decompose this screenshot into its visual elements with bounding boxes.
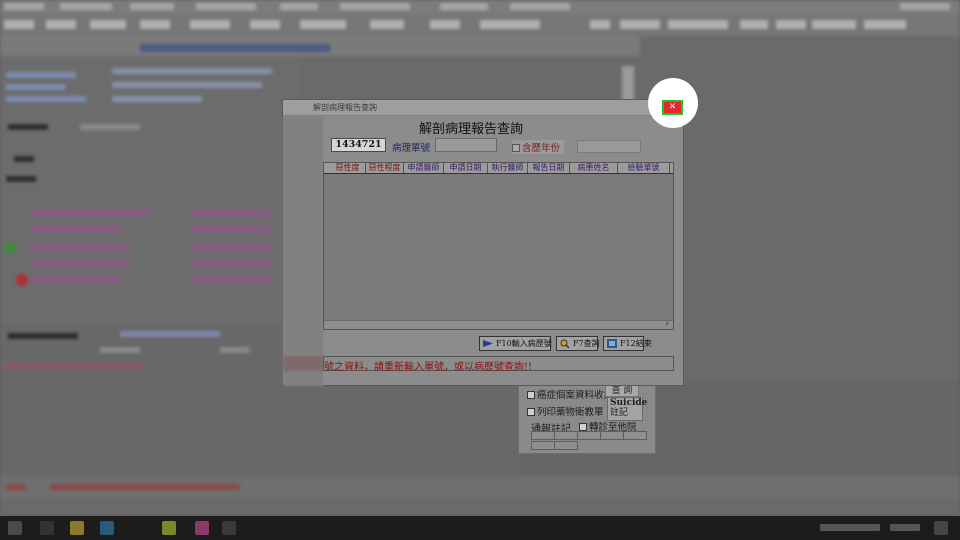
pathology-number-label: 病理單號 bbox=[392, 143, 431, 154]
checkbox-box[interactable] bbox=[527, 391, 535, 399]
dialog-titlebar: 解剖病理報告查詢 bbox=[283, 100, 683, 116]
exit-icon bbox=[607, 339, 617, 348]
close-icon: ✕ bbox=[668, 102, 677, 112]
grid-column-header[interactable]: 申請日期 bbox=[444, 163, 488, 173]
chart-number-input[interactable]: 1434721 bbox=[331, 138, 386, 152]
taskbar-app-icon[interactable] bbox=[100, 521, 114, 535]
grid-column-header[interactable]: 執行醫師 bbox=[488, 163, 528, 173]
dialog-heading: 解剖病理報告查詢 bbox=[418, 122, 523, 137]
panel-query-button[interactable]: 查 詢 bbox=[605, 385, 639, 397]
exit-button[interactable]: F12結束 bbox=[603, 336, 652, 351]
input-chart-number-button[interactable]: F10輸入病歷號 bbox=[479, 336, 552, 351]
horizontal-scrollbar[interactable]: › bbox=[324, 319, 673, 329]
taskbar bbox=[0, 516, 960, 540]
notify-grid bbox=[531, 431, 649, 451]
cancer-case-checkbox[interactable]: 癌症個案資料收集 bbox=[527, 387, 613, 401]
system-tray[interactable] bbox=[820, 524, 880, 531]
folder-icon[interactable] bbox=[70, 521, 84, 535]
grid-header: 惡性度 惡性程度 申請醫師 申請日期 執行醫師 報告日期 病患姓名 檢驗單號 bbox=[324, 163, 673, 174]
grid-column-header[interactable]: 惡性度 bbox=[330, 163, 366, 173]
checkbox-box[interactable] bbox=[579, 423, 587, 431]
checkbox-box[interactable] bbox=[527, 408, 535, 416]
background-menubar bbox=[0, 0, 960, 14]
pathology-report-query-dialog: 解剖病理報告查詢 解剖病理報告查詢 1434721 病理單號 含歷年份 惡性度惡… bbox=[282, 99, 684, 386]
status-message: 號之資料，請重新輸入單號，或以病歷號查詢!! bbox=[324, 362, 533, 373]
background-left-panel bbox=[0, 56, 300, 326]
background-toolbar bbox=[0, 14, 960, 36]
patient-options-panel: 癌症個案資料收集 查 詢 列印藥物衛教單 Suicide 註記 通報註記 轉診至… bbox=[518, 384, 656, 454]
scroll-right-icon[interactable]: › bbox=[665, 319, 669, 329]
status-message-box: 號之資料，請重新輸入單號，或以病歷號查詢!! bbox=[323, 356, 674, 373]
extra-field[interactable] bbox=[577, 140, 641, 153]
grid-column-header[interactable]: 病患姓名 bbox=[570, 163, 618, 173]
grid-column-header[interactable]: 報告日期 bbox=[528, 163, 570, 173]
taskbar-app-icon[interactable] bbox=[195, 521, 209, 535]
taskbar-app-icon[interactable] bbox=[222, 521, 236, 535]
clock bbox=[890, 524, 920, 531]
checkbox-box[interactable] bbox=[512, 144, 520, 152]
taskbar-app-icon[interactable] bbox=[40, 521, 54, 535]
grid-column-header[interactable]: 檢驗單號 bbox=[618, 163, 670, 173]
query-button[interactable]: F7查詢 bbox=[556, 336, 600, 351]
notification-icon[interactable] bbox=[934, 521, 948, 535]
taskbar-app-icon[interactable] bbox=[162, 521, 176, 535]
suicide-note-label: 註記 bbox=[610, 408, 629, 418]
close-button[interactable]: ✕ bbox=[662, 100, 683, 115]
pathology-number-input[interactable] bbox=[435, 138, 497, 152]
print-drug-education-checkbox[interactable]: 列印藥物衛教單 bbox=[527, 404, 604, 418]
include-previous-years-checkbox[interactable]: 含歷年份 bbox=[512, 140, 565, 154]
grid-column-header[interactable]: 惡性程度 bbox=[366, 163, 404, 173]
search-icon bbox=[560, 339, 570, 348]
include-previous-years-label: 含歷年份 bbox=[522, 143, 561, 154]
grid-column-header[interactable]: 申請醫師 bbox=[404, 163, 444, 173]
report-results-grid[interactable]: 惡性度 惡性程度 申請醫師 申請日期 執行醫師 報告日期 病患姓名 檢驗單號 › bbox=[323, 162, 674, 330]
suicide-flag-button[interactable]: Suicide 註記 bbox=[607, 397, 648, 421]
arrow-icon bbox=[483, 340, 493, 347]
dialog-window-title: 解剖病理報告查詢 bbox=[313, 103, 377, 112]
start-icon[interactable] bbox=[8, 521, 22, 535]
suicide-label: Suicide bbox=[610, 398, 648, 408]
